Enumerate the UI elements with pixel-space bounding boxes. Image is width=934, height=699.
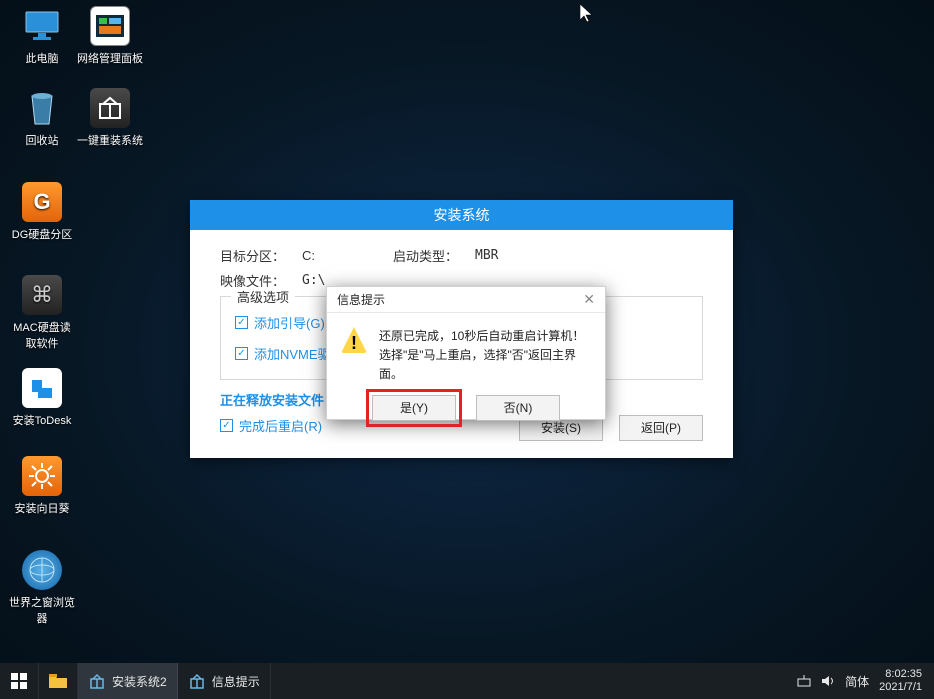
desktop-icon-recycle[interactable]: 回收站 [8, 88, 76, 148]
icon-label: MAC硬盘读取软件 [13, 322, 70, 350]
taskbar-app-installer[interactable]: 安装系统2 [78, 663, 178, 699]
diskgenius-icon: G [22, 182, 62, 222]
taskbar-app-dialog[interactable]: 信息提示 [178, 663, 271, 699]
checkbox-label: 添加NVME驱 [254, 344, 331, 363]
icon-label: 世界之窗浏览器 [9, 597, 75, 625]
monitor-icon [22, 6, 62, 46]
package-icon [188, 672, 206, 690]
icon-label: 此电脑 [26, 53, 59, 65]
taskbar-label: 安装系统2 [112, 673, 167, 690]
image-value: G:\ [302, 273, 325, 288]
ime-indicator[interactable]: 简体 [845, 673, 869, 690]
warning-icon: ! [341, 327, 367, 353]
desktop-icon-this-pc[interactable]: 此电脑 [8, 6, 76, 66]
tray-sound-icon[interactable] [821, 674, 835, 688]
package-icon [88, 672, 106, 690]
taskbar-explorer[interactable] [39, 663, 78, 699]
taskbar: 安装系统2 信息提示 简体 8:02:35 2021/7/1 [0, 663, 934, 699]
tray-clock[interactable]: 8:02:35 2021/7/1 [879, 668, 922, 694]
checkbox-label: 添加引导(G): [254, 313, 328, 332]
no-button[interactable]: 否(N) [476, 395, 560, 421]
taskbar-label: 信息提示 [212, 673, 260, 690]
icon-label: DG硬盘分区 [12, 229, 73, 241]
boot-value: MBR [475, 248, 498, 263]
desktop-icon-dg[interactable]: G DG硬盘分区 [8, 182, 76, 242]
windows-icon [10, 672, 28, 690]
dialog-line2: 选择"是"马上重启，选择"否"返回主界面。 [379, 346, 591, 384]
yes-button[interactable]: 是(Y) [372, 395, 456, 421]
checkbox-restart[interactable]: 完成后重启(R) [220, 416, 322, 435]
globe-icon [22, 550, 62, 590]
tray-network-icon[interactable] [797, 674, 811, 688]
close-icon[interactable]: ✕ [583, 291, 595, 308]
checkbox-icon [235, 316, 248, 329]
target-label: 目标分区： [220, 246, 294, 265]
checkbox-add-boot[interactable]: 添加引导(G): [235, 313, 328, 332]
checkbox-icon [220, 419, 233, 432]
start-button[interactable] [0, 663, 39, 699]
icon-label: 回收站 [26, 135, 59, 147]
checkbox-label: 完成后重启(R) [239, 416, 322, 435]
checkbox-icon [235, 347, 248, 360]
package-icon [90, 88, 130, 128]
cursor-icon [580, 4, 594, 24]
installer-title: 安装系统 [190, 200, 733, 230]
todesk-icon [22, 368, 62, 408]
panel-icon [90, 6, 130, 46]
desktop-icon-todesk[interactable]: 安装ToDesk [8, 368, 76, 428]
desktop-icon-net-panel[interactable]: 网络管理面板 [76, 6, 144, 66]
boot-label: 启动类型： [393, 246, 467, 265]
clock-date: 2021/7/1 [879, 681, 922, 694]
advanced-label: 高级选项 [231, 287, 295, 306]
target-value: C: [302, 248, 315, 263]
apple-icon: ⌘ [22, 275, 62, 315]
icon-label: 一键重装系统 [77, 135, 143, 147]
desktop-icon-sunflower[interactable]: 安装向日葵 [8, 456, 76, 516]
icon-label: 安装ToDesk [13, 415, 72, 427]
dialog-line1: 还原已完成，10秒后自动重启计算机！ [379, 327, 591, 346]
icon-label: 安装向日葵 [15, 503, 70, 515]
icon-label: 网络管理面板 [77, 53, 143, 65]
folder-icon [49, 672, 67, 690]
dialog-title: 信息提示 [337, 291, 385, 308]
desktop-icon-one-key[interactable]: 一键重装系统 [76, 88, 144, 148]
desktop-icon-browser[interactable]: 世界之窗浏览器 [8, 550, 76, 626]
sunflower-icon [22, 456, 62, 496]
back-button[interactable]: 返回(P) [619, 415, 703, 441]
info-dialog: 信息提示 ✕ ! 还原已完成，10秒后自动重启计算机！ 选择"是"马上重启，选择… [326, 286, 606, 420]
clock-time: 8:02:35 [879, 668, 922, 681]
dialog-message: 还原已完成，10秒后自动重启计算机！ 选择"是"马上重启，选择"否"返回主界面。 [379, 327, 591, 385]
trash-icon [22, 88, 62, 128]
desktop-icon-mac[interactable]: ⌘ MAC硬盘读取软件 [8, 275, 76, 351]
